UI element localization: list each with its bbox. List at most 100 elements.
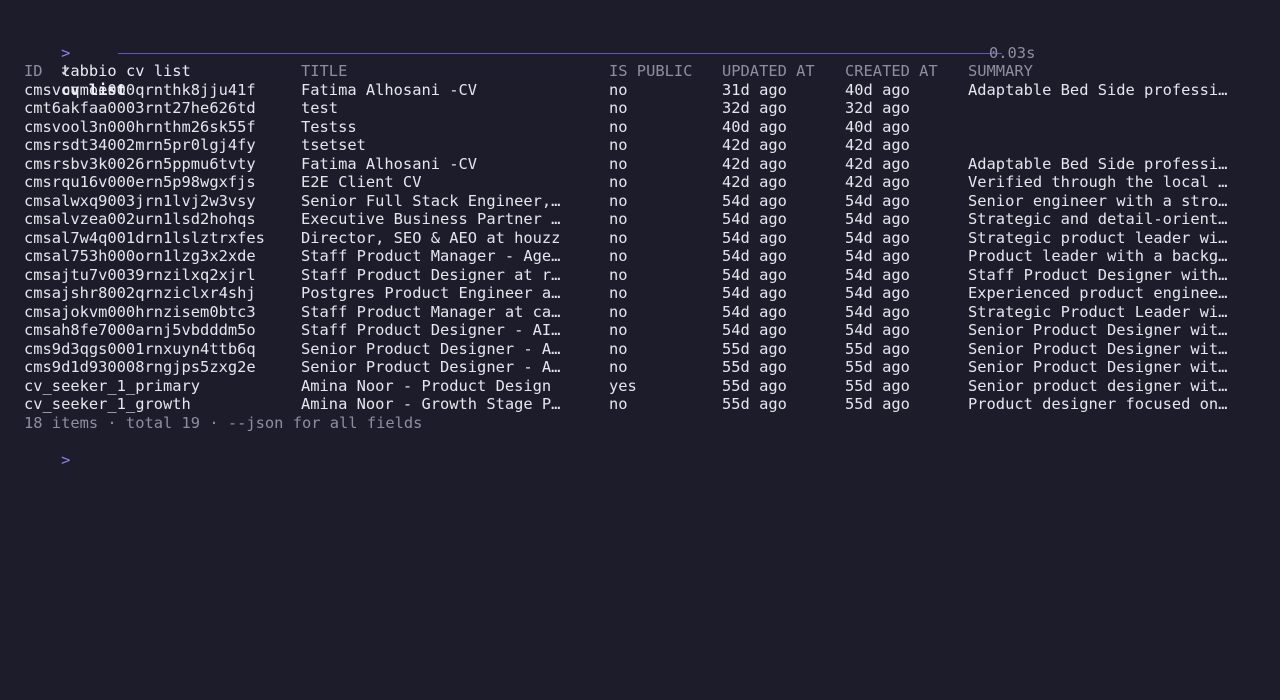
cell-title: Senior Product Designer - A…	[301, 339, 561, 358]
cell-created-at: 55d ago	[845, 376, 910, 395]
cell-updated-at: 54d ago	[722, 302, 787, 321]
cell-is-public: no	[609, 302, 628, 321]
cell-summary: Adaptable Bed Side professi…	[968, 80, 1228, 99]
cell-id: cmsalwxq9003jrn1lvj2w3vsy	[24, 191, 256, 210]
header-updated-at: UPDATED AT	[722, 62, 815, 80]
divider-rule	[118, 52, 1002, 54]
next-prompt-line[interactable]: >	[24, 432, 1264, 469]
cell-id: cmsajtu7v0039rnzilxq2xjrl	[24, 265, 256, 284]
cell-title: E2E Client CV	[301, 173, 422, 191]
cell-title: test	[301, 99, 339, 117]
cell-updated-at: 42d ago	[722, 173, 787, 191]
cell-is-public: no	[609, 191, 628, 210]
cell-title: Fatima Alhosani -CV	[301, 80, 478, 99]
cell-created-at: 54d ago	[845, 265, 910, 284]
cell-title: Staff Product Designer - AI…	[301, 321, 561, 339]
cell-id: cmsah8fe7000arnj5vbdddm5o	[24, 321, 256, 339]
footer-summary: 18 items · total 19 · --json for all fie…	[24, 413, 423, 432]
cell-title: Senior Product Designer - A…	[301, 358, 561, 376]
cell-is-public: no	[609, 80, 628, 99]
table-row: cmt6akfaa0003rnt27he626td test no 32d ago 32…	[24, 99, 1264, 118]
cell-created-at: 54d ago	[845, 321, 910, 339]
cell-is-public: no	[609, 99, 628, 117]
table-row: cms9d1d930008rngjps5zxg2e Senior Product …	[24, 358, 1264, 377]
table-row: cms9d3qgs0001rnxuyn4ttb6q Senior Product …	[24, 340, 1264, 359]
cell-created-at: 40d ago	[845, 80, 910, 99]
cell-created-at: 42d ago	[845, 154, 910, 173]
table-row: cmsvool3n000hrnthm26sk55f Testss no 40d ago…	[24, 118, 1264, 137]
cell-title: Amina Noor - Product Design	[301, 376, 552, 395]
cell-id: cv_seeker_1_growth	[24, 395, 191, 413]
cell-id: cmsal753h000orn1lzg3x2xde	[24, 247, 256, 265]
cell-summary: Product leader with a backg…	[968, 247, 1228, 265]
table-row: cmsrsbv3k0026rn5ppmu6tvty Fatima Alhosani…	[24, 155, 1264, 174]
cell-updated-at: 40d ago	[722, 117, 787, 136]
cell-summary: Staff Product Designer with…	[968, 265, 1228, 284]
cell-summary: Senior engineer with a stro…	[968, 191, 1228, 210]
cell-created-at: 55d ago	[845, 358, 910, 376]
cell-updated-at: 54d ago	[722, 284, 787, 302]
cell-created-at: 54d ago	[845, 284, 910, 302]
cell-updated-at: 55d ago	[722, 376, 787, 395]
cell-summary: Adaptable Bed Side professi…	[968, 154, 1228, 173]
table-header: ID TITLE IS PUBLIC UPDATED AT CREATED AT…	[24, 62, 1264, 81]
cell-updated-at: 54d ago	[722, 191, 787, 210]
cell-id: cmsrsdt34002mrn5pr0lgj4fy	[24, 136, 256, 154]
cell-title: tsetset	[301, 136, 366, 154]
header-id: ID	[24, 62, 43, 80]
cell-created-at: 55d ago	[845, 339, 910, 358]
cell-id: cms9d3qgs0001rnxuyn4ttb6q	[24, 339, 256, 358]
cell-is-public: no	[609, 339, 628, 358]
cell-title: Fatima Alhosani -CV	[301, 154, 478, 173]
cell-is-public: no	[609, 154, 628, 173]
cell-updated-at: 54d ago	[722, 265, 787, 284]
cell-updated-at: 42d ago	[722, 136, 787, 154]
cell-summary: Senior Product Designer wit…	[968, 339, 1228, 358]
cell-summary: Strategic product leader wi…	[968, 228, 1228, 247]
terminal-window: > tabbio cv list ✓ cv list 0.03s ID TITL…	[24, 25, 1264, 469]
cell-summary: Product designer focused on…	[968, 395, 1228, 413]
cell-id: cmsrsbv3k0026rn5ppmu6tvty	[24, 154, 256, 173]
cell-updated-at: 55d ago	[722, 358, 787, 376]
cell-id: cv_seeker_1_primary	[24, 376, 201, 395]
cell-title: Postgres Product Engineer a…	[301, 284, 561, 302]
cell-title: Testss	[301, 117, 357, 136]
cell-created-at: 54d ago	[845, 247, 910, 265]
cell-is-public: no	[609, 228, 628, 247]
cell-title: Executive Business Partner …	[301, 210, 561, 228]
cell-summary: Strategic and detail-orient…	[968, 210, 1228, 228]
table-body: cmsvoqmoe000qrnthk8jju41f Fatima Alhosani…	[24, 81, 1264, 414]
cell-id: cmt6akfaa0003rnt27he626td	[24, 99, 256, 117]
cell-updated-at: 42d ago	[722, 154, 787, 173]
cell-id: cmsajshr8002qrnziclxr4shj	[24, 284, 256, 302]
cell-created-at: 55d ago	[845, 395, 910, 413]
cell-summary: Senior Product Designer wit…	[968, 321, 1228, 339]
table-row: cmsal7w4q001drn1lslztrxfes Director, SEO …	[24, 229, 1264, 248]
cell-id: cmsvoqmoe000qrnthk8jju41f	[24, 80, 256, 99]
cell-is-public: no	[609, 136, 628, 154]
cell-updated-at: 55d ago	[722, 395, 787, 413]
table-row: cmsajokvm000hrnzisem0btc3 Staff Product M…	[24, 303, 1264, 322]
cell-id: cmsrqu16v000ern5p98wgxfjs	[24, 173, 256, 191]
next-prompt-symbol: >	[61, 450, 71, 469]
cell-created-at: 54d ago	[845, 210, 910, 228]
table-row: cmsajshr8002qrnziclxr4shj Postgres Produc…	[24, 284, 1264, 303]
cell-is-public: no	[609, 321, 628, 339]
cell-updated-at: 54d ago	[722, 228, 787, 247]
cell-updated-at: 54d ago	[722, 247, 787, 265]
cell-created-at: 42d ago	[845, 136, 910, 154]
table-row: cv_seeker_1_primary Amina Noor - Product …	[24, 377, 1264, 396]
header-created-at: CREATED AT	[845, 62, 938, 80]
cell-title: Staff Product Manager at ca…	[301, 302, 561, 321]
cell-id: cms9d1d930008rngjps5zxg2e	[24, 358, 256, 376]
cell-summary: Experienced product enginee…	[968, 284, 1228, 302]
command-line: > tabbio cv list	[24, 25, 1264, 81]
cell-is-public: yes	[609, 376, 637, 395]
cell-title: Director, SEO & AEO at houzz	[301, 228, 561, 247]
header-summary: SUMMARY	[968, 62, 1033, 80]
cell-is-public: no	[609, 247, 628, 265]
cell-summary: Strategic Product Leader wi…	[968, 302, 1228, 321]
cell-is-public: no	[609, 358, 628, 376]
cell-summary: Senior product designer wit…	[968, 376, 1228, 395]
cell-created-at: 54d ago	[845, 228, 910, 247]
